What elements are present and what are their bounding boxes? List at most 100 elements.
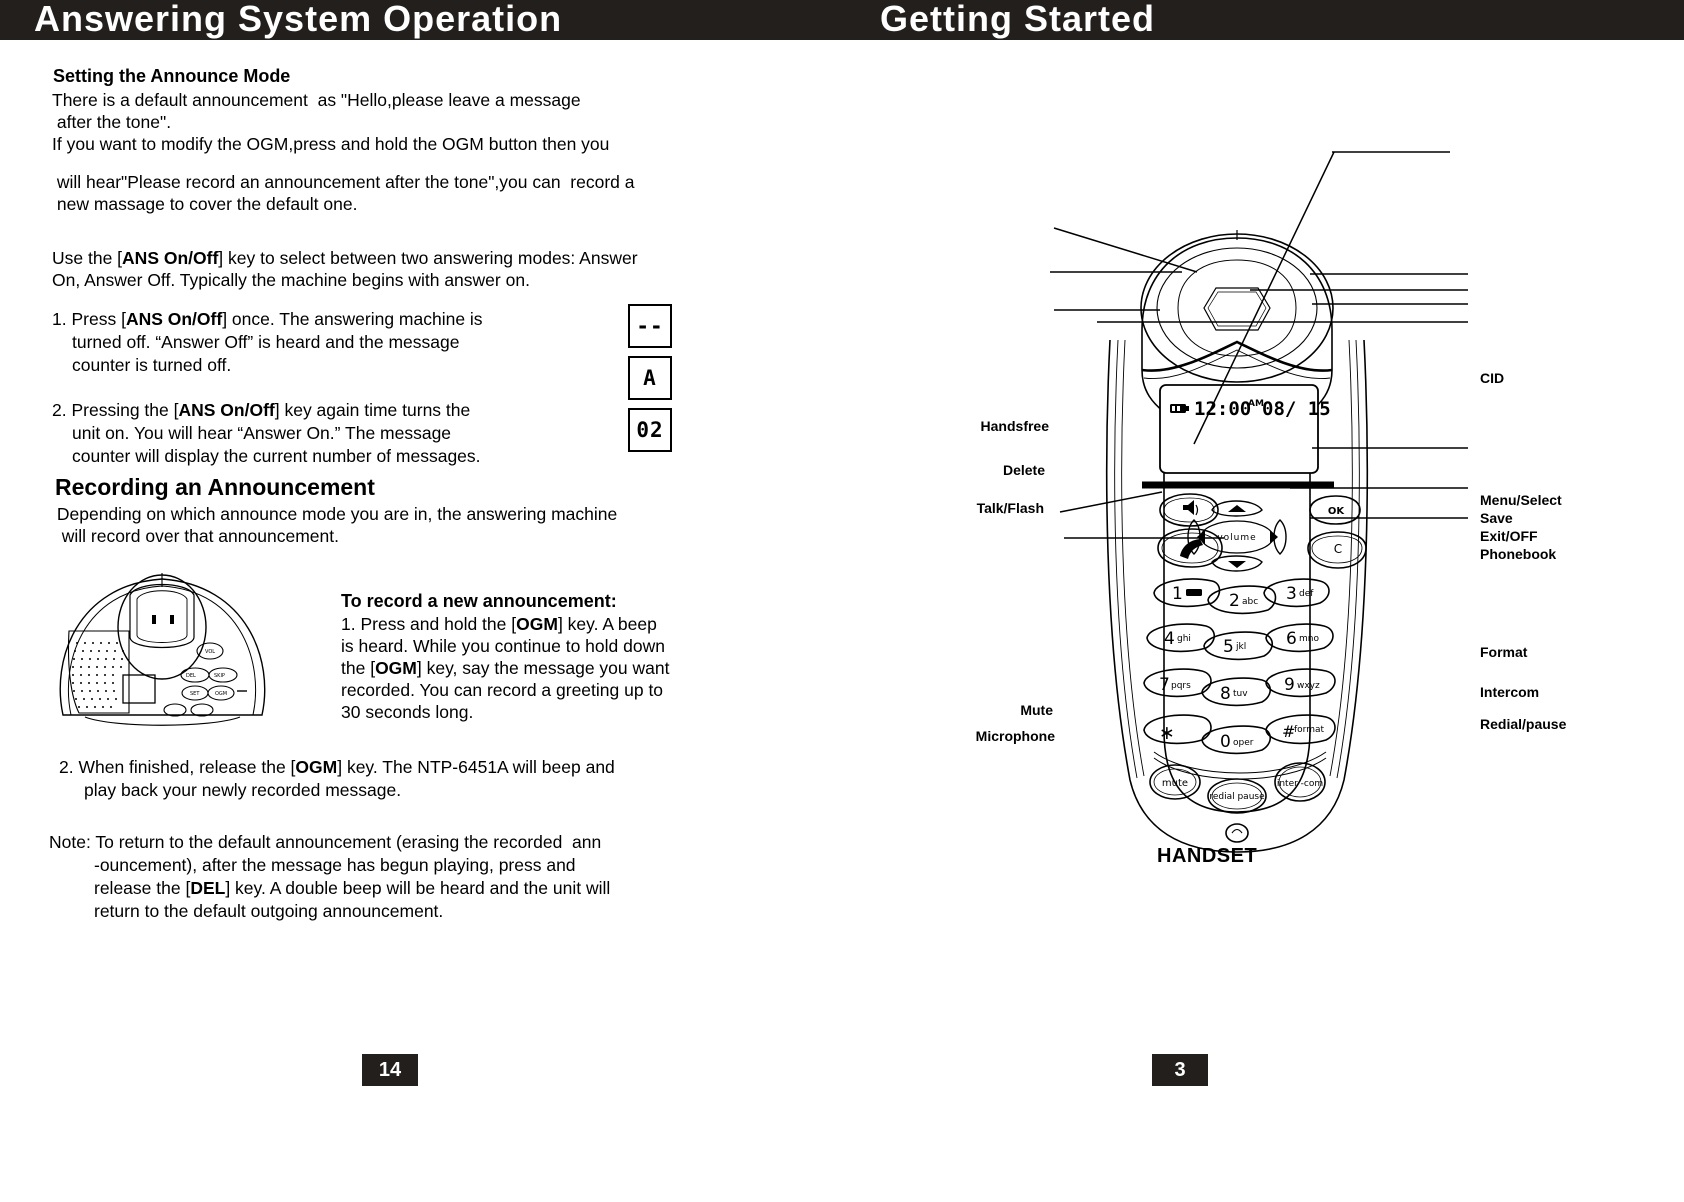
label-microphone: Microphone: [975, 728, 1055, 744]
note-line-3: release the [DEL] key. A double beep wil…: [94, 877, 610, 900]
record-new-line-2: is heard. While you continue to hold dow…: [341, 636, 665, 656]
intercom-key-label: inter -com: [1277, 779, 1323, 789]
step-2-line-3: counter will display the current number …: [72, 446, 481, 466]
keypad-key-0-letters: oper: [1233, 738, 1254, 748]
step-1-key: ANS On/Off: [125, 309, 223, 329]
clear-key-label: C: [1334, 542, 1342, 556]
handset-caption: HANDSET: [1157, 845, 1258, 867]
lcd-counter-answer-value: A: [643, 365, 657, 390]
record-new-text-a: 1. Press and hold the [: [341, 614, 517, 634]
nav-up-icon: [1228, 505, 1246, 512]
page-title-left: Answering System Operation: [34, 0, 563, 39]
keypad-key-2-letters: abc: [1242, 597, 1258, 607]
release-step-key: OGM: [295, 757, 338, 777]
ans-intro-line-1: Use the [ANS On/Off] key to select betwe…: [52, 247, 638, 270]
ok-key-label: OK: [1328, 506, 1346, 517]
lcd-counter-messages-value: 02: [636, 417, 664, 442]
release-step-line-2: play back your newly recorded message.: [84, 780, 402, 800]
record-new-key-2: OGM: [375, 658, 417, 678]
label-format: Format: [1480, 644, 1528, 660]
ans-key-label: ANS On/Off: [122, 248, 219, 268]
page-number-left: 14: [362, 1054, 418, 1086]
nav-down-icon: [1228, 561, 1246, 568]
keypad-key-hash-letters: format: [1294, 725, 1324, 735]
label-save: Save: [1480, 510, 1513, 526]
record-new-key-1: OGM: [516, 614, 558, 634]
release-step-text-a: When finished, release the [: [73, 757, 296, 777]
step-2-line-2: unit on. You will hear “Answer On.” The …: [72, 423, 452, 443]
svg-text:SKIP: SKIP: [214, 673, 225, 679]
note-text-3a: release the [: [94, 878, 191, 898]
redial-key-label: redial pause: [1209, 792, 1265, 802]
recording-line-1: Depending on which announce mode you are…: [52, 504, 618, 524]
keypad-key-9-digit: 9: [1284, 675, 1295, 695]
step-2-key: ANS On/Off: [178, 400, 275, 420]
step-2-line-1: 2. Pressing the [ANS On/Off] key again t…: [52, 399, 470, 422]
svg-text:OGM: OGM: [215, 691, 227, 697]
note-line-2: -ouncement), after the message has begun…: [94, 855, 576, 875]
label-delete: Delete: [1002, 462, 1045, 478]
note-text-1: To return to the default announcement (e…: [90, 832, 602, 852]
step-2-text-b: ] key again time turns the: [274, 400, 471, 420]
record-new-line-3: the [OGM] key, say the message you want: [341, 657, 669, 680]
keypad-key-5-letters: jkl: [1235, 642, 1246, 652]
release-step-text-b: ] key. The NTP-6451A will beep and: [337, 757, 615, 777]
lcd-time: 12:00: [1194, 398, 1251, 420]
label-redial-pause: Redial/pause: [1480, 716, 1567, 732]
keypad-key-3-letters: def: [1299, 589, 1314, 599]
announce-mode-line-1: There is a default announcement as "Hell…: [52, 90, 581, 110]
step-1-text-b: ] once. The answering machine is: [222, 309, 483, 329]
step-2-number: 2.: [52, 400, 67, 420]
note-line-4: return to the default outgoing announcem…: [94, 901, 444, 921]
keypad-key-5-digit: 5: [1223, 637, 1234, 657]
svg-text:DEL: DEL: [186, 673, 196, 679]
svg-text:SET: SET: [190, 691, 200, 697]
page-title-right: Getting Started: [880, 0, 1156, 39]
ans-intro-line-2: On, Answer Off. Typically the machine be…: [52, 270, 530, 290]
lcd-counter-dashes: --: [628, 304, 672, 348]
label-intercom: Intercom: [1480, 684, 1540, 700]
keypad-key-8-digit: 8: [1220, 684, 1231, 704]
left-page: Setting the Announce Mode There is a def…: [0, 40, 842, 1202]
note-key-del: DEL: [190, 878, 226, 898]
ans-intro-text-a: Use the [: [52, 248, 123, 268]
record-new-line-5: 30 seconds long.: [341, 702, 474, 722]
record-new-line-1: 1. Press and hold the [OGM] key. A beep: [341, 613, 657, 636]
announce-mode-line-2: after the tone".: [52, 112, 172, 132]
base-unit-illustration: VOL DEL SKIP SET OGM: [55, 565, 270, 726]
announce-mode-line-3: If you want to modify the OGM,press and …: [52, 134, 610, 154]
keypad-key-6-letters: mno: [1299, 634, 1319, 644]
announce-mode-heading: Setting the Announce Mode: [53, 66, 291, 86]
release-step-line-1: 2. When finished, release the [OGM] key.…: [59, 756, 615, 779]
announce-mode-line-5: new massage to cover the default one.: [52, 194, 358, 214]
step-1-line-1: 1. Press [ANS On/Off] once. The answerin…: [52, 308, 483, 331]
label-menu-select: Menu/Select: [1480, 492, 1562, 508]
record-new-text-b: ] key. A beep: [557, 614, 657, 634]
lcd-date: 08/ 15: [1262, 398, 1331, 420]
keypad-key-6-digit: 6: [1286, 629, 1297, 649]
recording-heading: Recording an Announcement: [55, 474, 375, 500]
label-handsfree: Handsfree: [980, 418, 1049, 434]
keypad-key-3-digit: 3: [1286, 584, 1297, 604]
keypad-key-1-space-icon: [1186, 589, 1202, 596]
ans-intro-text-b: ] key to select between two answering mo…: [218, 248, 638, 268]
keypad-key-4-digit: 4: [1164, 629, 1175, 649]
step-1-number: 1.: [52, 309, 67, 329]
keypad-key-4-letters: ghi: [1177, 634, 1191, 644]
lcd-counter-messages: 02: [628, 408, 672, 452]
announce-mode-line-4: will hear"Please record an announcement …: [52, 172, 635, 192]
lcd-counter-answer: A: [628, 356, 672, 400]
label-mute: Mute: [1020, 702, 1053, 718]
handsfree-speaker-icon: [1183, 500, 1199, 516]
note-label: Note:: [49, 832, 91, 852]
keypad-key-7-digit: 7: [1159, 675, 1170, 695]
note-line-1: Note: To return to the default announcem…: [49, 831, 601, 854]
record-new-text-d: ] key, say the message you want: [416, 658, 670, 678]
svg-text:VOL: VOL: [205, 649, 215, 655]
step-1-line-2: turned off. “Answer Off” is heard and th…: [72, 332, 460, 352]
right-page: 12:00 AM 08/ 15 OK C volume 1 2 abc 3 de…: [842, 40, 1684, 1202]
keypad-key-9-letters: wxyz: [1297, 681, 1320, 691]
keypad-key-1-digit: 1: [1172, 584, 1183, 604]
keypad-key-star-digit: ∗: [1159, 722, 1175, 744]
step-2-text-a: Pressing the [: [66, 400, 179, 420]
